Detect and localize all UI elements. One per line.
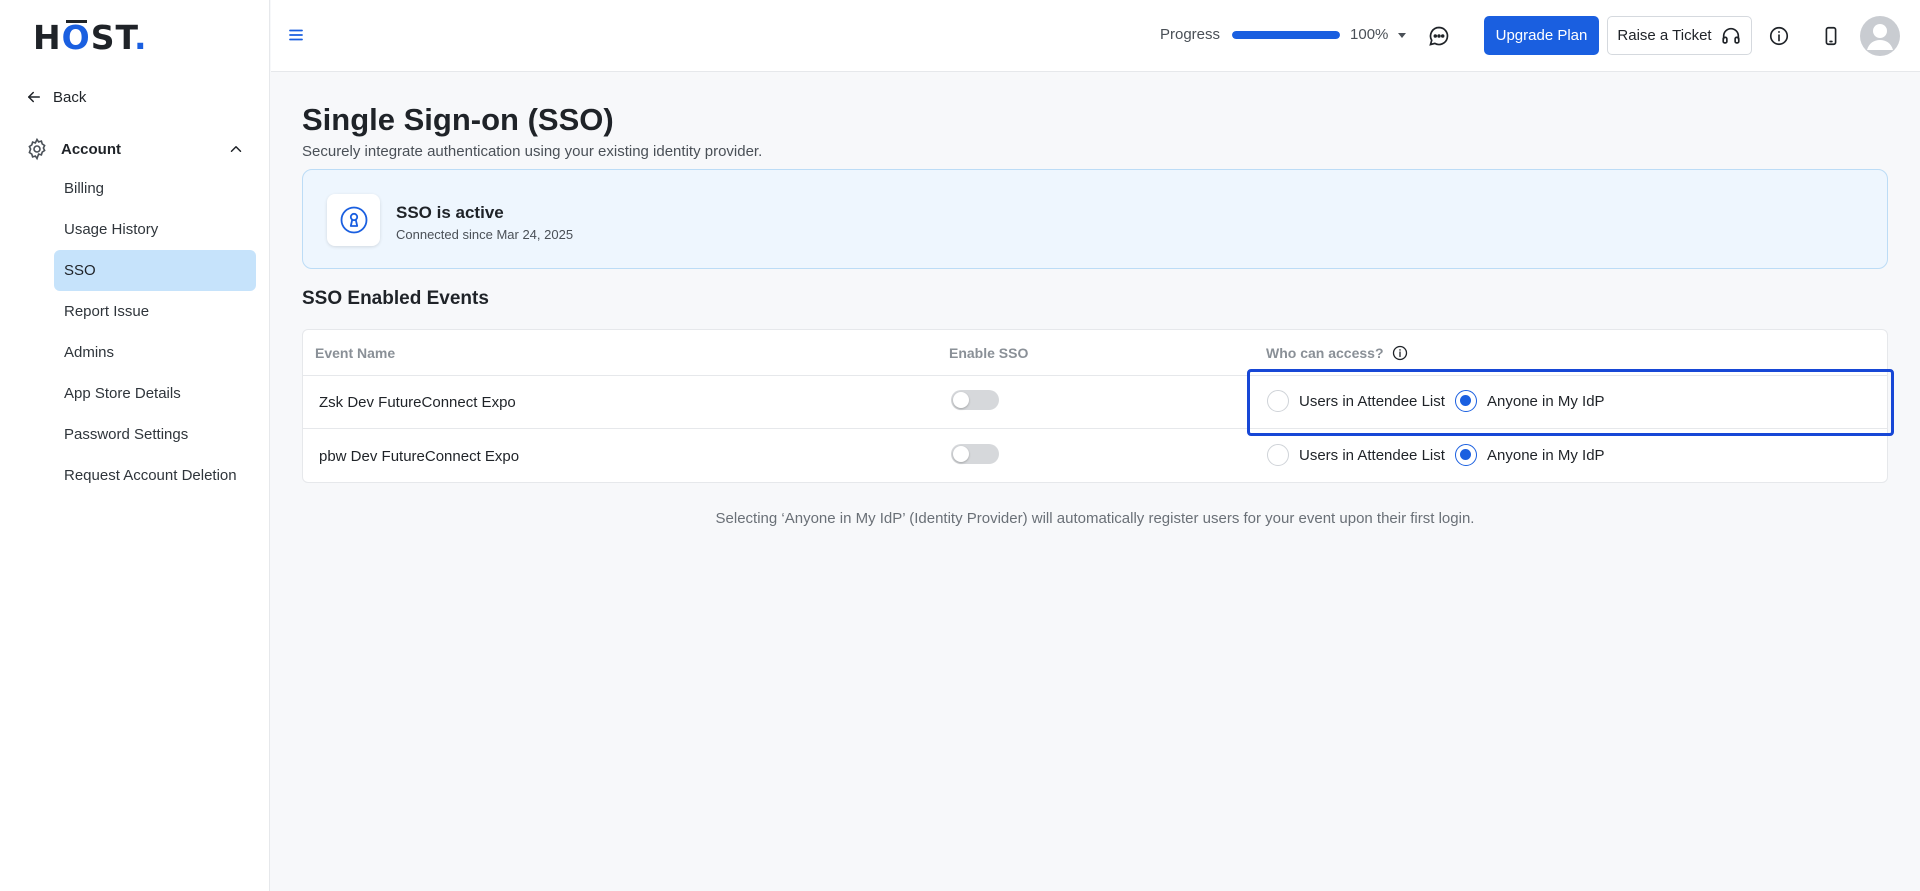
radio-indicator <box>1267 444 1289 466</box>
info-icon[interactable] <box>1392 345 1408 361</box>
radio-label: Anyone in My IdP <box>1487 392 1605 410</box>
column-event-name: Event Name <box>315 345 396 361</box>
sso-status-card: SSO is active Connected since Mar 24, 20… <box>302 169 1888 269</box>
info-icon[interactable] <box>1768 25 1790 47</box>
sidebar-item-password-settings[interactable]: Password Settings <box>54 414 256 455</box>
sidebar-item-usage-history[interactable]: Usage History <box>54 209 256 250</box>
gear-icon <box>28 137 46 161</box>
column-who-can-access: Who can access? <box>1266 345 1408 361</box>
radio-label: Anyone in My IdP <box>1487 446 1605 464</box>
enable-sso-toggle[interactable] <box>951 390 999 410</box>
column-who-can-access-label: Who can access? <box>1266 345 1384 361</box>
sidebar-item-sso[interactable]: SSO <box>54 250 256 291</box>
page-title: Single Sign-on (SSO) <box>302 102 614 137</box>
raise-ticket-label: Raise a Ticket <box>1617 27 1712 44</box>
back-link[interactable]: Back <box>25 88 86 106</box>
user-icon <box>1867 24 1893 50</box>
progress-label: Progress <box>1160 26 1221 43</box>
account-label: Account <box>61 140 121 158</box>
topbar: Progress 100% Upgrade Plan Raise a Ticke… <box>271 0 1920 72</box>
chevron-up-icon <box>230 146 242 152</box>
account-section-toggle[interactable]: Account <box>25 137 245 161</box>
page-subtitle: Securely integrate authentication using … <box>302 143 763 160</box>
radio-label: Users in Attendee List <box>1299 446 1445 464</box>
status-subtitle: Connected since Mar 24, 2025 <box>396 227 574 242</box>
radio-users-in-attendee-list[interactable]: Users in Attendee List <box>1267 390 1445 412</box>
sidebar: HOST. Back Account Billing Usage History… <box>0 0 270 891</box>
raise-ticket-button[interactable]: Raise a Ticket <box>1607 16 1752 55</box>
progress-indicator: Progress 100% <box>1160 26 1408 43</box>
sidebar-item-request-account-deletion[interactable]: Request Account Deletion <box>54 455 256 496</box>
caret-down-icon[interactable] <box>1396 29 1408 41</box>
upgrade-plan-button[interactable]: Upgrade Plan <box>1484 16 1599 55</box>
hamburger-menu-icon[interactable] <box>287 26 305 44</box>
radio-indicator <box>1267 390 1289 412</box>
user-avatar[interactable] <box>1860 16 1900 56</box>
event-name: pbw Dev FutureConnect Expo <box>319 448 520 465</box>
toggle-knob <box>953 446 969 462</box>
arrow-left-icon <box>28 91 40 103</box>
sidebar-item-admins[interactable]: Admins <box>54 332 256 373</box>
mobile-phone-icon[interactable] <box>1820 25 1842 47</box>
enable-sso-toggle[interactable] <box>951 444 999 464</box>
radio-indicator <box>1455 390 1477 412</box>
table-row: pbw Dev FutureConnect Expo Users in Atte… <box>303 430 1887 483</box>
column-enable-sso: Enable SSO <box>949 345 1029 361</box>
toggle-knob <box>953 392 969 408</box>
table-header: Event Name Enable SSO Who can access? <box>303 330 1887 376</box>
radio-users-in-attendee-list[interactable]: Users in Attendee List <box>1267 444 1445 466</box>
status-title: SSO is active <box>396 203 504 222</box>
sidebar-item-report-issue[interactable]: Report Issue <box>54 291 256 332</box>
sso-events-table: Event Name Enable SSO Who can access? Zs… <box>302 329 1888 483</box>
radio-anyone-in-my-idp[interactable]: Anyone in My IdP <box>1455 390 1605 412</box>
keyhole-shield-icon <box>340 206 367 234</box>
sidebar-item-billing[interactable]: Billing <box>54 168 256 209</box>
progress-fill <box>1232 30 1341 39</box>
chat-bubble-icon[interactable] <box>1427 24 1451 48</box>
status-icon-tile <box>327 194 380 246</box>
account-nav: Billing Usage History SSO Report Issue A… <box>54 168 256 496</box>
sso-events-heading: SSO Enabled Events <box>302 288 489 309</box>
event-name: Zsk Dev FutureConnect Expo <box>319 394 516 411</box>
table-row: Zsk Dev FutureConnect Expo Users in Atte… <box>303 376 1887 429</box>
host-logo[interactable]: HOST. <box>33 18 148 57</box>
idp-footnote: Selecting ‘Anyone in My IdP’ (Identity P… <box>715 510 1475 527</box>
progress-percent: 100% <box>1350 26 1389 43</box>
back-label: Back <box>53 88 87 106</box>
headset-icon <box>1721 27 1740 44</box>
radio-label: Users in Attendee List <box>1299 392 1445 410</box>
progress-bar <box>1232 30 1341 39</box>
radio-indicator <box>1455 444 1477 466</box>
radio-anyone-in-my-idp[interactable]: Anyone in My IdP <box>1455 444 1605 466</box>
sidebar-item-app-store-details[interactable]: App Store Details <box>54 373 256 414</box>
